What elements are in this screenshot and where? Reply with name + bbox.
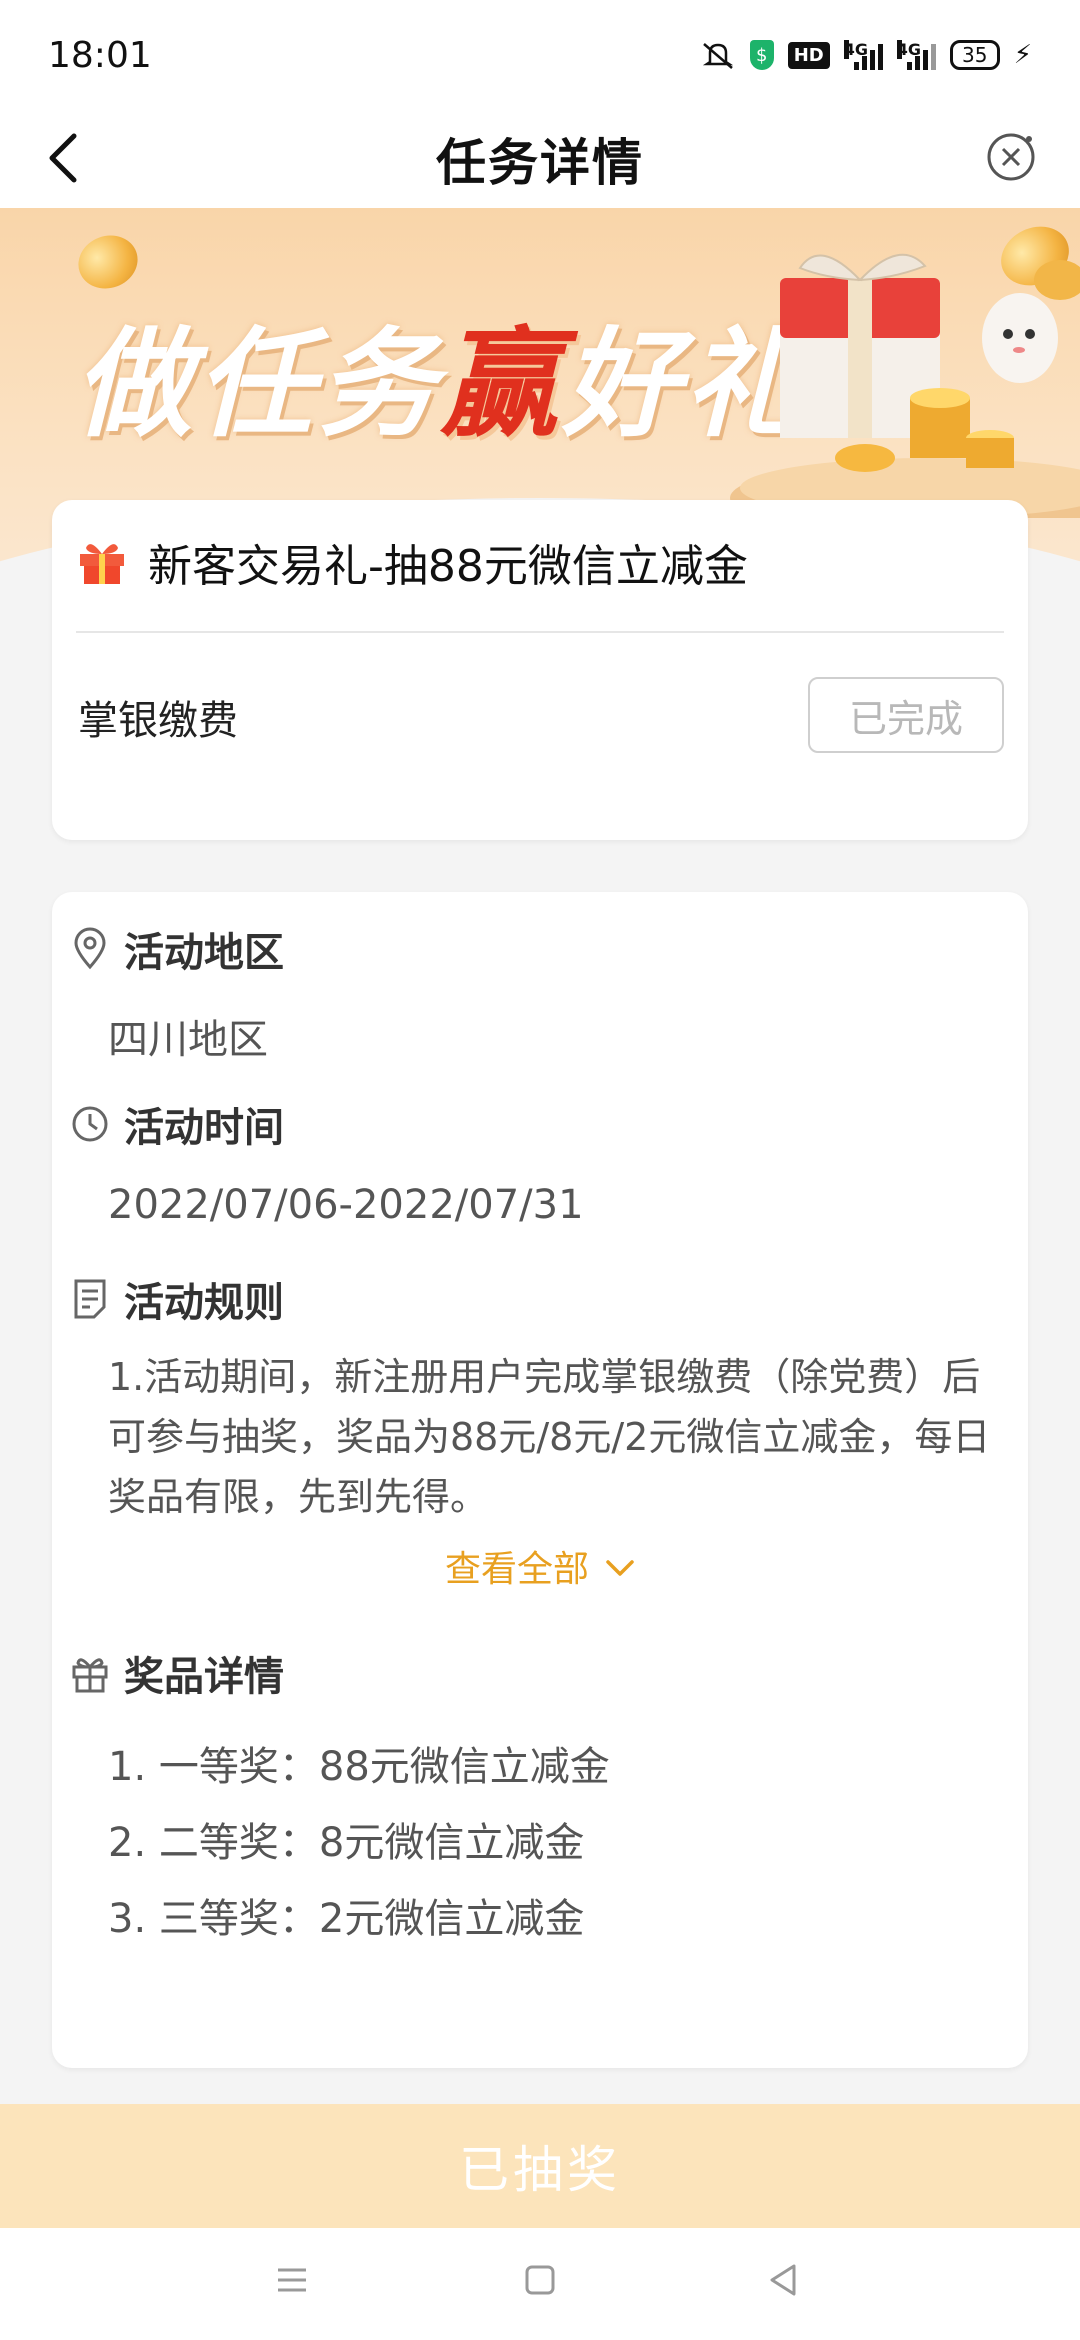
view-all-label: 查看全部 (444, 1549, 589, 1590)
status-bar: 18:01 $ HD 4G 4G 35 ⚡ (0, 0, 1080, 110)
signal-icon-2: 4G (896, 40, 936, 70)
prize-item: 3. 三等奖：2元微信立减金 (108, 1896, 585, 1942)
task-title: 新客交易礼-抽88元微信立减金 (148, 541, 748, 592)
time-value: 2022/07/06-2022/07/31 (108, 1182, 584, 1228)
hd-icon: HD (787, 41, 830, 69)
prize-item: 1. 一等奖：88元微信立减金 (108, 1744, 610, 1790)
page-title: 任务详情 (436, 134, 644, 192)
system-nav-bar (0, 2228, 1080, 2340)
chevron-down-icon (605, 1546, 635, 1587)
region-heading: 活动地区 (70, 920, 284, 978)
view-all-button[interactable]: 查看全部 (52, 1540, 1028, 1592)
back-triangle-icon[interactable] (764, 2260, 804, 2304)
status-time: 18:01 (48, 34, 152, 76)
subtask-label: 掌银缴费 (78, 698, 238, 744)
gift-icon (76, 536, 128, 588)
region-value: 四川地区 (108, 1017, 268, 1063)
signal-icon-1: 4G (843, 40, 883, 70)
gift-outline-icon (70, 1651, 110, 1695)
clock-icon (70, 1102, 110, 1146)
task-header: 新客交易礼-抽88元微信立减金 (76, 530, 748, 594)
location-pin-icon (70, 927, 110, 971)
time-heading: 活动时间 (70, 1095, 284, 1153)
rules-heading: 活动规则 (70, 1270, 284, 1328)
status-icons: $ HD 4G 4G 35 ⚡ (700, 40, 1032, 70)
security-shield-icon: $ (749, 40, 774, 70)
chevron-left-icon[interactable] (38, 128, 98, 188)
drawn-button[interactable]: 已抽奖 (0, 2104, 1080, 2228)
charging-icon: ⚡ (1013, 40, 1032, 70)
mute-icon (700, 40, 736, 70)
prize-item: 2. 二等奖：8元微信立减金 (108, 1820, 585, 1866)
gift-box-illustration (730, 253, 1080, 518)
prizes-heading: 奖品详情 (70, 1644, 284, 1702)
nav-bar: 任务详情 (0, 110, 1080, 208)
home-icon[interactable] (520, 2260, 560, 2304)
battery-icon: 35 (949, 40, 1000, 70)
circle-close-icon[interactable] (980, 126, 1042, 188)
rules-text: 1.活动期间，新注册用户完成掌银缴费（除党费）后可参与抽奖，奖品为88元/8元/… (108, 1355, 991, 1537)
task-card: 新客交易礼-抽88元微信立减金 掌银缴费 已完成 (52, 500, 1028, 840)
divider (76, 631, 1004, 633)
completed-button[interactable]: 已完成 (808, 677, 1004, 753)
menu-icon[interactable] (272, 2260, 312, 2304)
details-card: 活动地区 四川地区 活动时间 2022/07/06-2022/07/31 活动规… (52, 892, 1028, 2068)
coin-decoration (70, 227, 146, 297)
document-icon (70, 1277, 110, 1321)
